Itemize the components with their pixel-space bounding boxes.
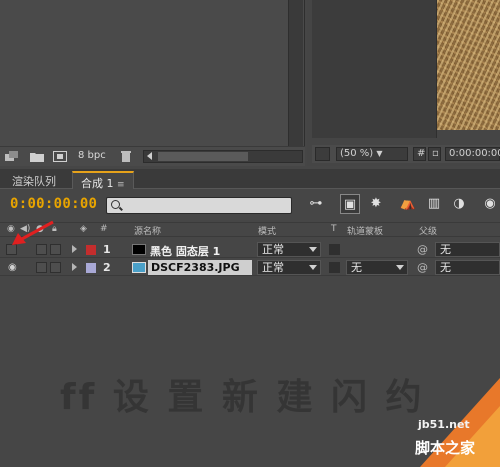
color-depth-label[interactable]: 8 bpc — [78, 150, 106, 161]
lock-switch[interactable] — [50, 262, 61, 273]
trkmat-select[interactable]: 无 — [346, 260, 408, 275]
motion-blur-icon[interactable]: ◑ — [449, 194, 469, 214]
grid-icon[interactable]: # — [413, 147, 426, 161]
new-composition-icon[interactable] — [53, 151, 67, 162]
zoom-select[interactable]: (50 %) ▼ — [336, 147, 408, 161]
new-folder-icon[interactable] — [30, 151, 44, 162]
panel-tabs: 渲染队列 合成 1 ≡ — [0, 169, 500, 190]
layer-row[interactable]: 1 黑色 固态层 1 正常 @ 无 — [0, 241, 500, 258]
viewer-timecode-value: 0:00:00:00 — [449, 148, 500, 159]
project-vertical-scrollbar[interactable] — [288, 0, 303, 150]
source-name-header[interactable]: 源名称 — [134, 224, 161, 237]
chevron-down-icon — [309, 265, 317, 270]
pickwhip-icon[interactable]: @ — [417, 261, 428, 274]
label-header-icon[interactable]: ◈ — [80, 224, 87, 234]
solo-switch[interactable] — [36, 262, 47, 273]
viewer-frame — [312, 0, 437, 138]
parent-header: 父级 — [419, 227, 438, 237]
viewer-toolbar: (50 %) ▼ # ▫ 0:00:00:00 — [312, 145, 500, 163]
comp-mini-flowchart-icon[interactable]: ⊶ — [306, 194, 326, 214]
label-color[interactable] — [86, 245, 96, 255]
project-horizontal-scrollbar[interactable] — [143, 150, 303, 163]
always-preview-icon[interactable] — [315, 147, 330, 161]
annotation-arrow-icon — [12, 220, 54, 245]
interpret-footage-icon[interactable] — [5, 151, 19, 162]
live-update-icon[interactable]: ▣ — [340, 194, 360, 214]
project-toolbar: 8 bpc — [0, 146, 305, 166]
trkmat-value: 无 — [351, 261, 362, 274]
viewer-image — [437, 0, 500, 130]
mask-visibility-icon[interactable]: ▫ — [428, 147, 441, 161]
parent-select[interactable]: 无 — [435, 242, 500, 257]
site-url: jb51.net — [418, 418, 470, 431]
graph-editor-icon[interactable]: ◉ — [480, 194, 500, 214]
zoom-value: (50 %) — [340, 148, 374, 159]
scroll-thumb[interactable] — [158, 152, 248, 161]
parent-value: 无 — [440, 243, 451, 256]
preserve-transparency-checkbox[interactable] — [329, 244, 340, 255]
pickwhip-icon[interactable]: @ — [417, 243, 428, 256]
eye-icon[interactable]: ◉ — [8, 262, 17, 273]
tab-composition-label: 合成 1 — [81, 177, 114, 190]
viewer-timecode[interactable]: 0:00:00:00 — [445, 147, 500, 161]
layer-name[interactable]: 黑色 固态层 1 — [150, 243, 220, 259]
mode-select[interactable]: 正常 — [257, 242, 321, 257]
scroll-left-icon[interactable] — [147, 152, 152, 160]
tab-menu-icon[interactable]: ≡ — [117, 180, 125, 190]
shy-layers-icon[interactable]: ⛺ — [398, 194, 418, 214]
preserve-transparency-checkbox[interactable] — [329, 262, 340, 273]
site-name: 脚本之家 — [415, 439, 476, 457]
trkmat-header: 轨道蒙板 — [347, 227, 384, 237]
layer-number: 2 — [103, 261, 111, 274]
parent-select[interactable]: 无 — [435, 260, 500, 275]
solid-layer-icon — [132, 244, 146, 255]
mode-value: 正常 — [262, 261, 284, 274]
expand-triangle-icon[interactable] — [72, 245, 77, 253]
frame-blending-icon[interactable]: ▥ — [424, 194, 444, 214]
mode-value: 正常 — [262, 243, 284, 256]
tab-render-queue[interactable]: 渲染队列 — [4, 171, 64, 189]
image-footage-icon — [132, 262, 146, 273]
watermark-caption: ff 设 置 新 建 闪 约 — [60, 377, 425, 418]
tab-composition[interactable]: 合成 1 ≡ — [72, 171, 134, 190]
draft-3d-icon[interactable]: ✸ — [366, 194, 386, 214]
project-panel — [0, 0, 305, 166]
parent-value: 无 — [440, 261, 451, 274]
timeline-column-header: ◉ ◀) ● 🔒︎ ◈ # 源名称 模式 T 轨道蒙板 父级 — [0, 222, 500, 237]
layer-number: 1 — [103, 243, 111, 256]
search-icon — [111, 200, 120, 209]
t-header: T — [331, 224, 337, 234]
chevron-down-icon — [309, 247, 317, 252]
layer-search-input[interactable] — [106, 197, 292, 214]
label-color[interactable] — [86, 263, 96, 273]
chevron-down-icon — [396, 265, 404, 270]
layer-number-header: # — [100, 224, 108, 234]
layer-row[interactable]: ◉ 2 DSCF2383.JPG 正常 无 @ 无 — [0, 259, 500, 276]
expand-triangle-icon[interactable] — [72, 263, 77, 271]
mode-select[interactable]: 正常 — [257, 260, 321, 275]
layer-name[interactable]: DSCF2383.JPG — [148, 260, 252, 275]
trash-icon[interactable] — [119, 151, 133, 162]
mode-header: 模式 — [258, 227, 277, 237]
current-time-display[interactable]: 0:00:00:00 — [10, 196, 97, 212]
